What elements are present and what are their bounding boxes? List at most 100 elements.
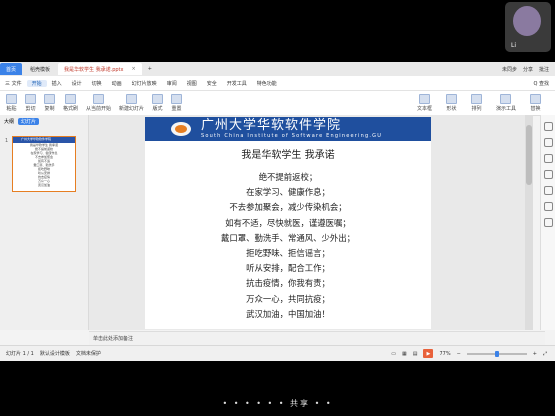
close-tab-icon[interactable]: ×: [131, 66, 135, 72]
reset-icon: [171, 94, 183, 104]
slide-counter: 幻灯片 1 / 1: [6, 351, 34, 357]
menu-start[interactable]: 开始: [26, 79, 47, 87]
slide-title[interactable]: 我是华软学生 我承诺: [145, 146, 431, 161]
slide-thumbnail[interactable]: 广州大学华软软件学院 我是华软学生 我承诺 绝不提前返校 在家学习、健康作息 不…: [12, 136, 76, 192]
copy-icon: [44, 94, 55, 104]
menu-animation[interactable]: 动画: [107, 80, 127, 87]
new-tab-icon[interactable]: +: [148, 66, 152, 72]
tab-home[interactable]: 首页: [0, 63, 23, 75]
search-button[interactable]: Q 查找: [533, 80, 549, 87]
cut-button[interactable]: 剪切: [25, 94, 36, 112]
menu-features[interactable]: 特色功能: [252, 80, 282, 87]
slide-banner: 广州大学华软软件学院 South China Institute of Soft…: [145, 117, 431, 141]
slide-canvas[interactable]: 广州大学华软软件学院 South China Institute of Soft…: [89, 115, 533, 330]
zoom-in-icon[interactable]: +: [533, 351, 537, 357]
menu-slideshow[interactable]: 幻灯片放映: [127, 80, 162, 87]
tab-document[interactable]: 我是华软学生 我承诺.pptx ×: [58, 63, 142, 75]
brush-icon: [65, 94, 76, 104]
paste-icon: [6, 94, 17, 104]
meeting-overlay[interactable]: • • • • • • 共享 • •: [0, 398, 555, 409]
school-logo-icon: [171, 122, 191, 136]
textbox-icon: [418, 94, 430, 104]
scroll-thumb[interactable]: [526, 125, 532, 185]
layout-button[interactable]: 版式: [152, 94, 164, 112]
slide[interactable]: 广州大学华软软件学院 South China Institute of Soft…: [145, 117, 431, 329]
zoom-out-icon[interactable]: −: [457, 351, 461, 357]
layout-icon: [152, 94, 164, 104]
format-painter-button[interactable]: 格式刷: [63, 94, 78, 112]
share-button[interactable]: 分享: [523, 66, 533, 73]
tab-templates[interactable]: 稻壳模板: [24, 63, 56, 75]
wps-presentation-window: 首页 稻壳模板 我是华软学生 我承诺.pptx × + 未同步 分享 批注 三 文…: [0, 62, 555, 361]
notes-field[interactable]: 单击此处添加备注: [89, 331, 545, 345]
copy-button[interactable]: 复制: [44, 94, 55, 112]
banner-title: 广州大学华软软件学院: [201, 118, 342, 133]
play-icon: [93, 94, 105, 104]
slide-body[interactable]: 绝不提前返校； 在家学习、健康作息； 不去参加聚会，减少传染机会； 如有不适，尽…: [145, 170, 431, 322]
share-icon[interactable]: [543, 202, 553, 211]
replace-icon: [530, 94, 541, 104]
pledge-line: 如有不适，尽快就医，谨遵医嘱；: [225, 217, 351, 228]
doc-protection[interactable]: 文档未保护: [76, 350, 101, 357]
thumb-line: 武汉加油: [37, 183, 50, 187]
arrange-button[interactable]: 排列: [470, 94, 482, 112]
shape-icon: [445, 94, 457, 104]
pledge-line: 听从安排，配合工作；: [246, 263, 330, 274]
pledge-line: 武汉加油，中国加油！: [246, 308, 330, 319]
sorter-view-icon[interactable]: ▦: [402, 351, 407, 357]
fit-window-icon[interactable]: ⤢: [543, 351, 547, 357]
menu-design[interactable]: 设计: [67, 80, 87, 87]
slide-panel: 大纲 幻灯片 1 广州大学华软软件学院 我是华软学生 我承诺 绝不提前返校 在家…: [0, 115, 89, 330]
arrange-icon: [470, 94, 482, 104]
menu-devtools[interactable]: 开发工具: [222, 80, 252, 87]
comment-button[interactable]: 批注: [539, 66, 549, 73]
template-icon[interactable]: [543, 170, 553, 179]
participant-video: [513, 6, 541, 36]
menu-file[interactable]: 三 文件: [0, 80, 27, 87]
slideshow-play-button[interactable]: ▶: [423, 349, 434, 358]
property-icon[interactable]: [543, 122, 553, 131]
participant-name: Li: [511, 42, 517, 49]
cut-icon: [25, 94, 36, 104]
backup-icon[interactable]: [543, 186, 553, 195]
pledge-line: 戴口罩、勤洗手、常通风、少外出；: [221, 232, 355, 243]
play-from-current-button[interactable]: 从当前开始: [86, 94, 111, 112]
video-tile[interactable]: Li: [505, 2, 551, 52]
banner-subtitle: South China Institute of Software Engine…: [201, 133, 383, 139]
menu-review[interactable]: 审阅: [162, 80, 182, 87]
new-slide-button[interactable]: 新建幻灯片: [119, 94, 144, 112]
help-icon[interactable]: [543, 218, 553, 227]
style-icon[interactable]: [543, 138, 553, 147]
sync-status[interactable]: 未同步: [502, 66, 517, 73]
template-name: 默认设计模板: [39, 351, 70, 357]
shape-button[interactable]: 形状: [445, 94, 457, 112]
menu-insert[interactable]: 插入: [47, 80, 67, 87]
presentation-tools-button[interactable]: 演示工具: [496, 94, 516, 112]
pledge-line: 万众一心，共同抗疫；: [246, 293, 330, 304]
pledge-line: 在家学习、健康作息；: [246, 187, 330, 198]
tab-outline[interactable]: 大纲: [4, 118, 14, 125]
normal-view-icon[interactable]: ▭: [391, 351, 396, 357]
menu-view[interactable]: 视图: [182, 80, 202, 87]
zoom-slider[interactable]: [466, 350, 527, 357]
pledge-line: 抗击疫情，你我有责；: [246, 278, 330, 289]
vertical-scrollbar[interactable]: [525, 115, 533, 330]
thumb-number: 1: [5, 138, 9, 144]
menu-security[interactable]: 安全: [202, 80, 222, 87]
tab-slides[interactable]: 幻灯片: [18, 118, 40, 125]
replace-button[interactable]: 替换: [530, 94, 541, 112]
ribbon-toolbar: 粘贴 剪切 复制 格式刷 从当前开始 新建幻灯片 版式 重置 文本框 形状 排列…: [0, 91, 555, 116]
reading-view-icon[interactable]: ▤: [413, 351, 418, 357]
status-bar: 幻灯片 1 / 1 默认设计模板 文档未保护 ▭ ▦ ▤ ▶ 77% − + ⤢: [0, 345, 555, 361]
zoom-level[interactable]: 77%: [439, 351, 450, 357]
textbox-button[interactable]: 文本框: [417, 94, 432, 112]
pledge-line: 绝不提前返校；: [258, 172, 318, 182]
animation-icon[interactable]: [543, 154, 553, 163]
pledge-line: 不去参加聚会，减少传染机会；: [229, 202, 347, 213]
presentation-icon: [500, 94, 512, 104]
right-tool-panel: [540, 115, 555, 330]
menu-bar: 三 文件 开始 插入 设计 切换 动画 幻灯片放映 审阅 视图 安全 开发工具 …: [0, 76, 555, 91]
reset-button[interactable]: 重置: [171, 94, 183, 112]
paste-button[interactable]: 粘贴: [6, 94, 17, 112]
menu-transition[interactable]: 切换: [87, 80, 107, 87]
